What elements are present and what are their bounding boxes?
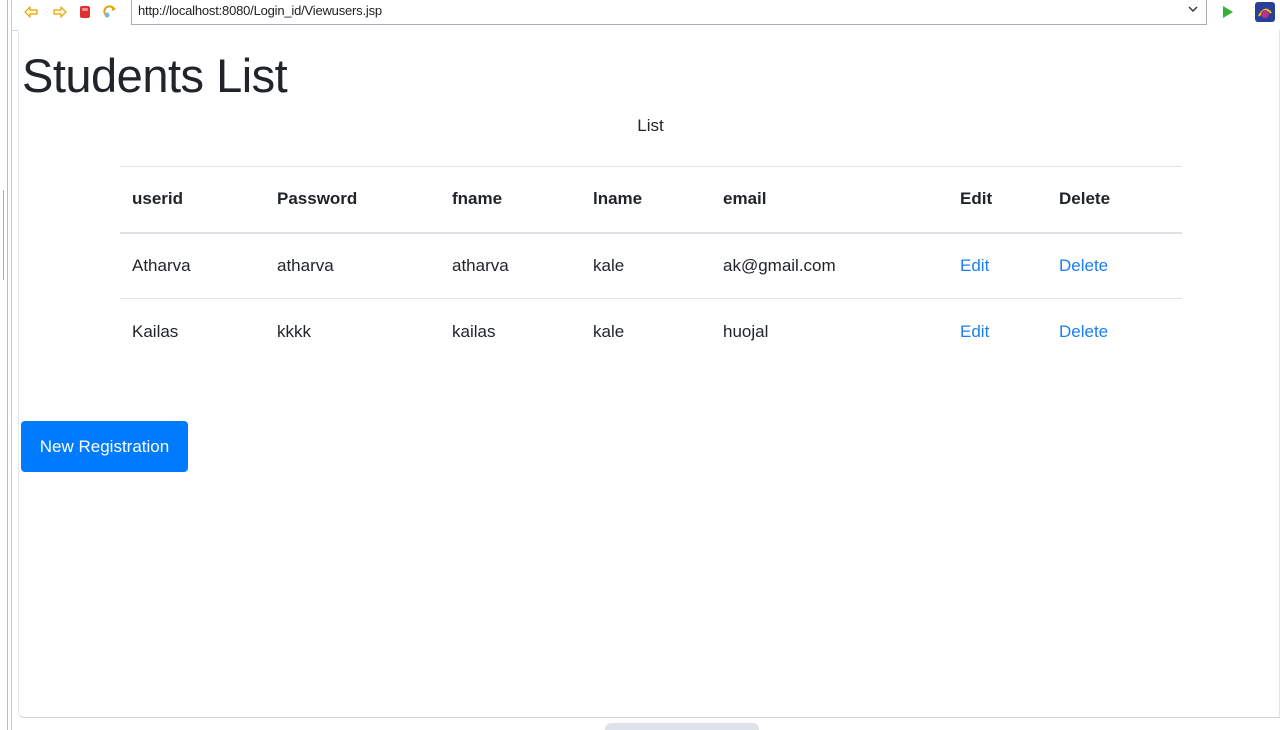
browser-toolbar: http://localhost:8080/Login_id/Viewusers…: [12, 0, 1280, 31]
refresh-icon[interactable]: [103, 5, 117, 19]
cell-email: ak@gmail.com: [711, 232, 948, 299]
window-edge-inner: [11, 0, 12, 730]
students-table: userid Password fname lname email Edit D…: [120, 166, 1182, 365]
go-play-icon[interactable]: [1219, 4, 1235, 20]
splitter-handle[interactable]: [3, 190, 4, 280]
header-delete: Delete: [1047, 166, 1182, 234]
header-password: Password: [265, 166, 440, 234]
stop-icon[interactable]: [78, 5, 92, 19]
dropdown-chevron-icon[interactable]: [1188, 4, 1198, 14]
table-caption: List: [637, 116, 664, 135]
scrollbar-thumb[interactable]: [605, 723, 759, 730]
cell-fname: atharva: [440, 232, 581, 299]
cell-delete: Delete: [1047, 299, 1182, 365]
extension-icon[interactable]: [1254, 1, 1276, 23]
cell-edit: Edit: [948, 299, 1047, 365]
cell-edit: Edit: [948, 232, 1047, 299]
cell-password: kkkk: [277, 321, 311, 341]
cell-fname: kailas: [452, 321, 496, 341]
delete-link[interactable]: Delete: [1059, 322, 1108, 341]
window-edge: [7, 0, 8, 730]
back-arrow-icon[interactable]: [24, 5, 38, 19]
forward-arrow-icon[interactable]: [53, 5, 67, 19]
browser-window: http://localhost:8080/Login_id/Viewusers…: [0, 0, 1280, 730]
cell-userid: Kailas: [132, 321, 179, 341]
header-email: email: [711, 166, 948, 234]
table-header-row: userid Password fname lname email Edit D…: [120, 166, 1182, 234]
cell-email: huojal: [723, 321, 769, 341]
header-edit: Edit: [948, 166, 1047, 234]
cell-userid: Atharva: [120, 232, 265, 299]
table-row: Atharva atharva atharva kale ak@gmail.co…: [120, 232, 1182, 299]
page-title: Students List: [22, 49, 288, 102]
cell-lname: kale: [581, 232, 711, 299]
address-bar[interactable]: http://localhost:8080/Login_id/Viewusers…: [131, 0, 1207, 25]
header-userid: userid: [120, 166, 265, 234]
cell-password: atharva: [265, 232, 440, 299]
table-row: Kailas kkkk kailas kale huojal Edit Dele…: [120, 299, 1182, 365]
address-bar-url: http://localhost:8080/Login_id/Viewusers…: [138, 3, 382, 18]
header-lname: lname: [581, 166, 711, 234]
edit-link[interactable]: Edit: [960, 322, 989, 341]
cell-lname: kale: [593, 321, 625, 341]
cell-delete: Delete: [1047, 232, 1182, 299]
horizontal-scrollbar[interactable]: [18, 719, 1280, 730]
delete-link[interactable]: Delete: [1059, 256, 1108, 275]
edit-link[interactable]: Edit: [960, 256, 989, 275]
page-content: Students List List userid Password fname…: [18, 30, 1280, 718]
header-fname: fname: [440, 166, 581, 234]
new-registration-button[interactable]: New Registration: [21, 421, 188, 472]
